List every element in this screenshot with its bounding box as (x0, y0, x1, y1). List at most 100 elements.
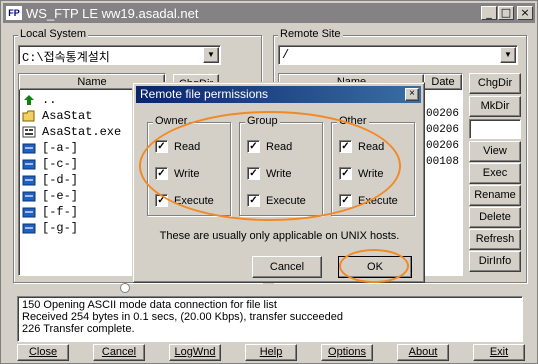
remote-date-column-header[interactable]: Date (424, 74, 462, 90)
check-icon: ✓ (339, 194, 352, 207)
local-system-label: Local System (18, 28, 89, 40)
status-line: Received 254 bytes in 0.1 secs, (20.00 K… (22, 311, 344, 323)
exit-button[interactable]: Exit (473, 344, 525, 361)
status-line: 226 Transfer complete. (22, 323, 135, 335)
group-write-checkbox[interactable]: ✓ Write (247, 167, 291, 180)
local-file-row[interactable]: AsaStat (22, 108, 92, 124)
checkbox-label: Write (174, 167, 200, 180)
close-window-button[interactable]: × (517, 6, 533, 20)
status-log: 150 Opening ASCII mode data connection f… (17, 296, 523, 342)
local-path-dropdown-icon[interactable]: ▼ (203, 47, 219, 63)
remote-chgdir-button[interactable]: ChgDir (469, 73, 521, 94)
local-path-value: C:\접속통계설치 (22, 51, 110, 65)
unix-note: These are usually only applicable on UNI… (159, 230, 400, 242)
drive-icon (22, 222, 36, 234)
remote-rename-button[interactable]: Rename (469, 185, 521, 206)
remote-mkdir-button[interactable]: MkDir (469, 96, 521, 117)
checkbox-label: Execute (358, 194, 398, 207)
close-button[interactable]: Close (17, 344, 69, 361)
local-file-name: .. (42, 93, 57, 107)
local-path-combo[interactable]: C:\접속통계설치 ▼ (18, 45, 221, 65)
other-execute-checkbox[interactable]: ✓ Execute (339, 194, 398, 207)
local-file-row[interactable]: .. (22, 92, 56, 108)
owner-execute-checkbox[interactable]: ✓ Execute (155, 194, 214, 207)
local-file-name: AsaStat.exe (42, 125, 122, 139)
local-file-row[interactable]: [-f-] (22, 204, 78, 220)
maximize-button[interactable]: □ (498, 6, 514, 20)
local-file-name: AsaStat (42, 109, 93, 123)
drive-icon (22, 142, 36, 154)
owner-read-checkbox[interactable]: ✓ Read (155, 140, 200, 153)
local-file-row[interactable]: [-d-] (22, 172, 78, 188)
dialog-cancel-button[interactable]: Cancel (252, 256, 322, 278)
local-file-name: [-c-] (42, 157, 79, 171)
checkbox-label: Execute (174, 194, 214, 207)
drive-icon (22, 190, 36, 202)
minimize-button[interactable]: _ (481, 6, 497, 20)
options-button[interactable]: Options (321, 344, 373, 361)
group-execute-checkbox[interactable]: ✓ Execute (247, 194, 306, 207)
permission-group-label: Group (245, 115, 280, 127)
remote-delete-button[interactable]: Delete (469, 207, 521, 228)
check-icon: ✓ (247, 167, 260, 180)
drive-icon (22, 174, 36, 186)
remote-dirinfo-button[interactable]: DirInfo (469, 251, 521, 272)
folder-icon (22, 110, 36, 122)
ws-ftp-app-icon: FP (6, 6, 22, 20)
check-icon: ✓ (155, 194, 168, 207)
local-file-row[interactable]: [-a-] (22, 140, 78, 156)
remote-view-button[interactable]: View (469, 141, 521, 162)
dialog-ok-button[interactable]: OK (338, 256, 412, 278)
checkbox-label: Write (266, 167, 292, 180)
local-file-name: [-g-] (42, 221, 79, 235)
ascii-radio[interactable] (120, 283, 130, 293)
local-file-name: [-f-] (42, 205, 79, 219)
remote-file-date: 00108 (426, 156, 460, 168)
exe-icon (22, 126, 36, 138)
group-read-checkbox[interactable]: ✓ Read (247, 140, 292, 153)
local-file-row[interactable]: [-e-] (22, 188, 78, 204)
remote-file-date: 00206 (426, 124, 460, 136)
help-button[interactable]: Help (245, 344, 297, 361)
local-file-name: [-a-] (42, 141, 79, 155)
logwnd-button[interactable]: LogWnd (169, 344, 221, 361)
dialog-title: Remote file permissions (140, 87, 269, 101)
remote-path-value: / (282, 48, 290, 62)
check-icon: ✓ (155, 140, 168, 153)
dialog-title-bar[interactable]: Remote file permissions × (136, 86, 421, 103)
remote-path-dropdown-icon[interactable]: ▼ (500, 47, 516, 63)
remote-site-label: Remote Site (278, 28, 343, 40)
check-icon: ✓ (155, 167, 168, 180)
owner-write-checkbox[interactable]: ✓ Write (155, 167, 199, 180)
about-button[interactable]: About (397, 344, 449, 361)
check-icon: ✓ (339, 167, 352, 180)
checkbox-label: Write (358, 167, 384, 180)
remote-file-permissions-dialog: Remote file permissions × Owner ✓ Read ✓ Wri… (132, 82, 425, 283)
remote-file-date: 00206 (426, 108, 460, 120)
local-file-row[interactable]: [-c-] (22, 156, 78, 172)
permission-group-label: Other (337, 115, 369, 127)
check-icon: ✓ (247, 140, 260, 153)
up-arrow-icon (22, 94, 36, 106)
other-write-checkbox[interactable]: ✓ Write (339, 167, 383, 180)
remote-file-date: 00206 (426, 140, 460, 152)
drive-icon (22, 158, 36, 170)
remote-path-combo[interactable]: / ▼ (278, 45, 518, 65)
remote-exec-button[interactable]: Exec (469, 163, 521, 184)
local-file-name: [-e-] (42, 189, 79, 203)
check-icon: ✓ (339, 140, 352, 153)
check-icon: ✓ (247, 194, 260, 207)
remote-refresh-button[interactable]: Refresh (469, 229, 521, 250)
drive-icon (22, 206, 36, 218)
dialog-close-icon[interactable]: × (405, 88, 419, 101)
local-file-row[interactable]: [-g-] (22, 220, 78, 236)
permission-group-label: Owner (153, 115, 190, 127)
remote-filter-input[interactable] (469, 119, 521, 139)
local-file-row[interactable]: AsaStat.exe (22, 124, 121, 140)
other-read-checkbox[interactable]: ✓ Read (339, 140, 384, 153)
cancel-button[interactable]: Cancel (93, 344, 145, 361)
checkbox-label: Read (266, 140, 293, 153)
title-bar[interactable]: FP WS_FTP LE ww19.asadal.net _ □ × (3, 3, 535, 23)
checkbox-label: Read (174, 140, 201, 153)
checkbox-label: Read (358, 140, 385, 153)
